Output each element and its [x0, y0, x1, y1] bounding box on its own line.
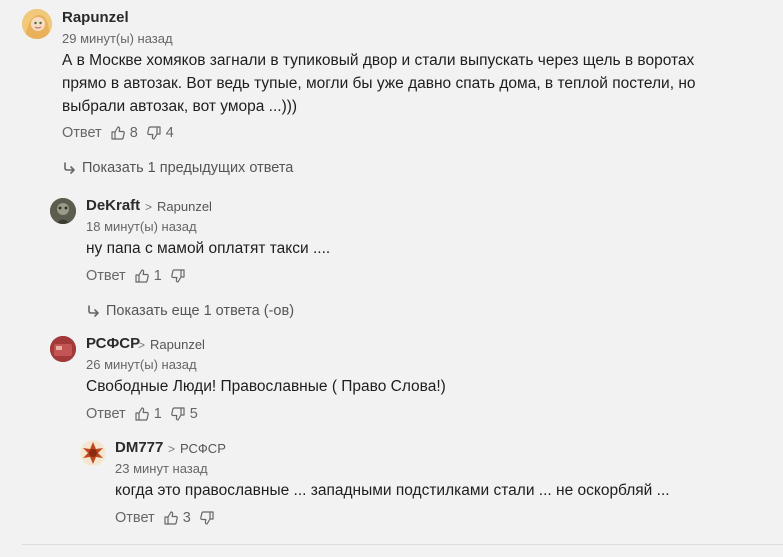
comment-text: А в Москве хомяков загнали в тупиковый д…: [62, 52, 696, 115]
thumb-up-icon: [134, 406, 150, 422]
show-more-label: Показать еще 1 ответа (-ов): [106, 303, 295, 319]
comment-actions: Ответ 1 5: [86, 406, 206, 422]
dislike-button[interactable]: [199, 510, 221, 526]
like-count: 3: [182, 510, 191, 526]
timestamp: 29 минут(ы) назад: [62, 31, 173, 46]
thumb-up-icon: [110, 125, 126, 141]
thumb-down-icon: [146, 125, 162, 141]
author-name[interactable]: DeKraft: [86, 197, 140, 214]
comment-actions: Ответ 3: [115, 510, 227, 526]
reply-to-name: Rapunzel: [157, 199, 212, 214]
avatar[interactable]: [50, 198, 76, 224]
dislike-count: 5: [189, 406, 198, 422]
chevron-right-icon: >: [168, 442, 176, 456]
reply-to[interactable]: > Rapunzel: [145, 199, 212, 214]
reply-button[interactable]: Ответ: [115, 510, 155, 526]
reply-arrow-icon: [86, 304, 100, 318]
dislike-button[interactable]: 4: [146, 125, 176, 141]
author-name[interactable]: Rapunzel: [62, 9, 129, 26]
comment-actions: Ответ 8 4: [62, 125, 182, 141]
author-name[interactable]: DM777: [115, 439, 163, 456]
reply-to[interactable]: > РСФСР: [168, 441, 226, 456]
timestamp: 23 минут назад: [115, 461, 208, 476]
like-button[interactable]: 1: [134, 406, 164, 422]
avatar[interactable]: [50, 336, 76, 362]
show-previous-label: Показать 1 предыдущих ответа: [82, 160, 294, 176]
author-name[interactable]: РСФСР: [86, 335, 140, 352]
show-previous-replies-link[interactable]: Показать 1 предыдущих ответа: [62, 160, 293, 176]
show-more-replies-link[interactable]: Показать еще 1 ответа (-ов): [86, 303, 294, 319]
divider: [22, 544, 783, 545]
comment-actions: Ответ 1: [86, 268, 198, 284]
reply-button[interactable]: Ответ: [62, 125, 102, 141]
reply-arrow-icon: [62, 161, 76, 175]
thumb-up-icon: [163, 510, 179, 526]
comment-text: ну папа с мамой оплатят такси ....: [86, 240, 331, 257]
dislike-button[interactable]: [170, 268, 192, 284]
dislike-count: 4: [165, 125, 174, 141]
reply-to[interactable]: > Rapunzel: [138, 337, 205, 352]
like-count: 1: [153, 268, 162, 284]
avatar[interactable]: [22, 9, 52, 39]
like-button[interactable]: 8: [110, 125, 140, 141]
comment-text: когда это православные ... западными под…: [115, 482, 670, 499]
chevron-right-icon: >: [138, 338, 146, 352]
chevron-right-icon: >: [145, 200, 153, 214]
thumb-down-icon: [170, 406, 186, 422]
like-count: 1: [153, 406, 162, 422]
timestamp: 18 минут(ы) назад: [86, 219, 197, 234]
thumb-down-icon: [199, 510, 215, 526]
reply-to-name: Rapunzel: [150, 337, 205, 352]
timestamp: 26 минут(ы) назад: [86, 357, 197, 372]
avatar[interactable]: [80, 440, 106, 466]
reply-button[interactable]: Ответ: [86, 406, 126, 422]
reply-button[interactable]: Ответ: [86, 268, 126, 284]
like-button[interactable]: 3: [163, 510, 193, 526]
like-count: 8: [129, 125, 138, 141]
thumb-up-icon: [134, 268, 150, 284]
reply-to-name: РСФСР: [180, 441, 226, 456]
comment-text: Свободные Люди! Православные ( Право Сло…: [86, 378, 446, 395]
like-button[interactable]: 1: [134, 268, 164, 284]
thumb-down-icon: [170, 268, 186, 284]
dislike-button[interactable]: 5: [170, 406, 200, 422]
